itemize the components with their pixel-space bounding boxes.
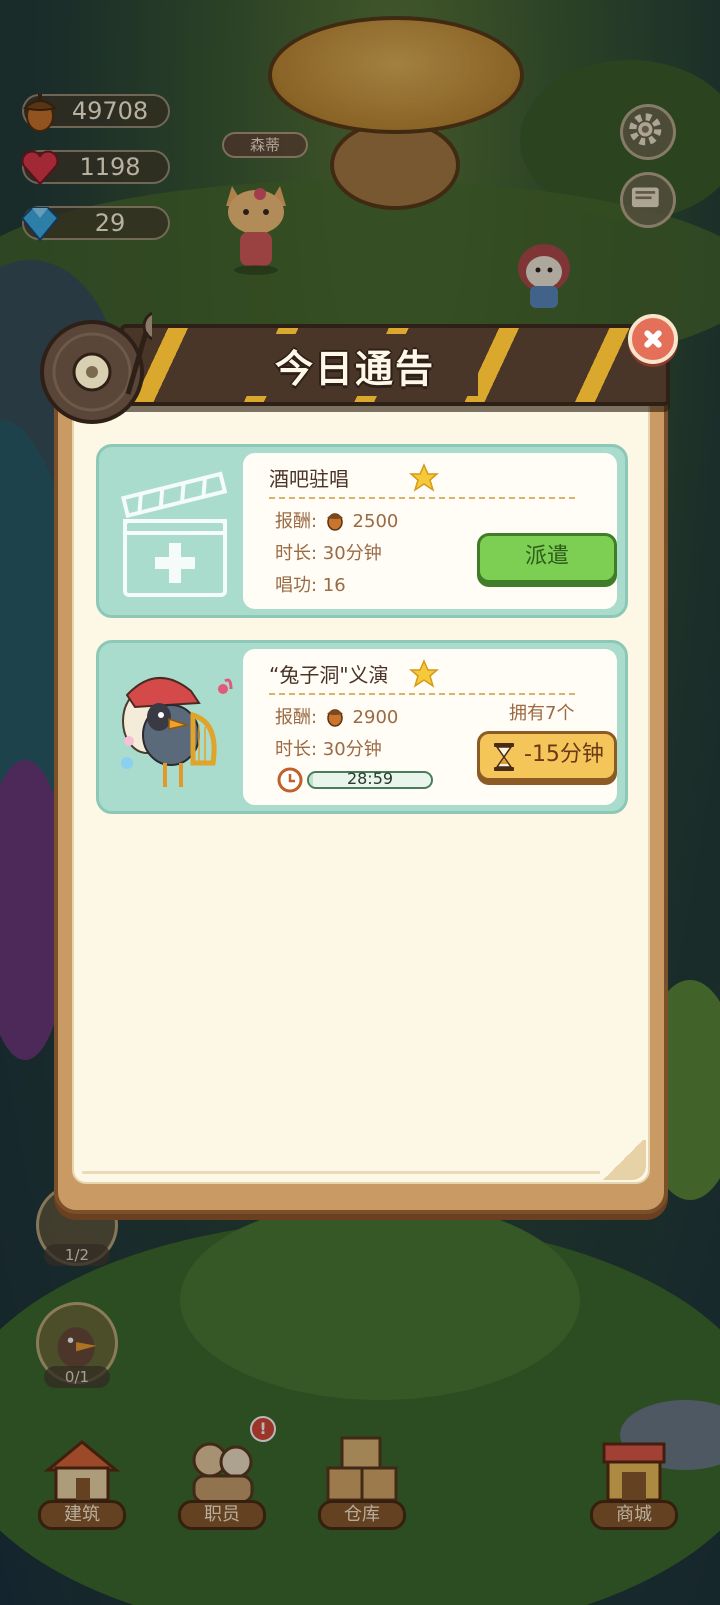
- gig-title: “兔子洞"义演: [269, 663, 389, 687]
- gig-skill: 唱功: 16: [275, 575, 346, 596]
- clapperboard-add-icon[interactable]: [107, 455, 241, 607]
- gig-reward: 报酬: 2500: [275, 511, 399, 532]
- dialog-title: 今日通告: [274, 347, 435, 391]
- gig-duration: 时长: 30分钟: [275, 739, 382, 760]
- paper-curl: [600, 1140, 646, 1180]
- gig-card-body: “兔子洞"义演 报酬: 2900 时长: 30分钟 28:59 拥有7个 -15…: [243, 649, 617, 805]
- gig-timer-text: 28:59: [346, 769, 394, 788]
- acorn-icon: [326, 513, 343, 531]
- gig-reward: 报酬: 2900: [275, 707, 399, 728]
- title-divider: [269, 497, 575, 499]
- close-button[interactable]: [628, 314, 678, 364]
- title-divider: [269, 693, 575, 695]
- hourglass-owned-count: 拥有7个: [509, 703, 575, 724]
- clock-icon: [277, 767, 303, 793]
- acorn-icon: [326, 709, 343, 727]
- dispatch-button[interactable]: 派遣: [477, 533, 617, 583]
- gig-title: 酒吧驻唱: [269, 467, 349, 491]
- bird-musician-portrait[interactable]: [107, 651, 241, 803]
- speed-up-label: -15分钟: [524, 742, 604, 767]
- hourglass-icon: [494, 743, 514, 771]
- gig-card-bar-singing: 酒吧驻唱 报酬: 2500 时长: 30分钟 唱功: 16 派遣: [96, 444, 628, 618]
- vinyl-record-icon: [40, 311, 152, 424]
- star-icon: [409, 463, 439, 492]
- speed-up-button[interactable]: -15分钟: [477, 731, 617, 781]
- gig-duration: 时长: 30分钟: [275, 543, 382, 564]
- star-icon: [409, 659, 439, 688]
- gig-card-body: 酒吧驻唱 报酬: 2500 时长: 30分钟 唱功: 16 派遣: [243, 453, 617, 609]
- gig-card-rabbit-hole: “兔子洞"义演 报酬: 2900 时长: 30分钟 28:59 拥有7个 -15…: [96, 640, 628, 814]
